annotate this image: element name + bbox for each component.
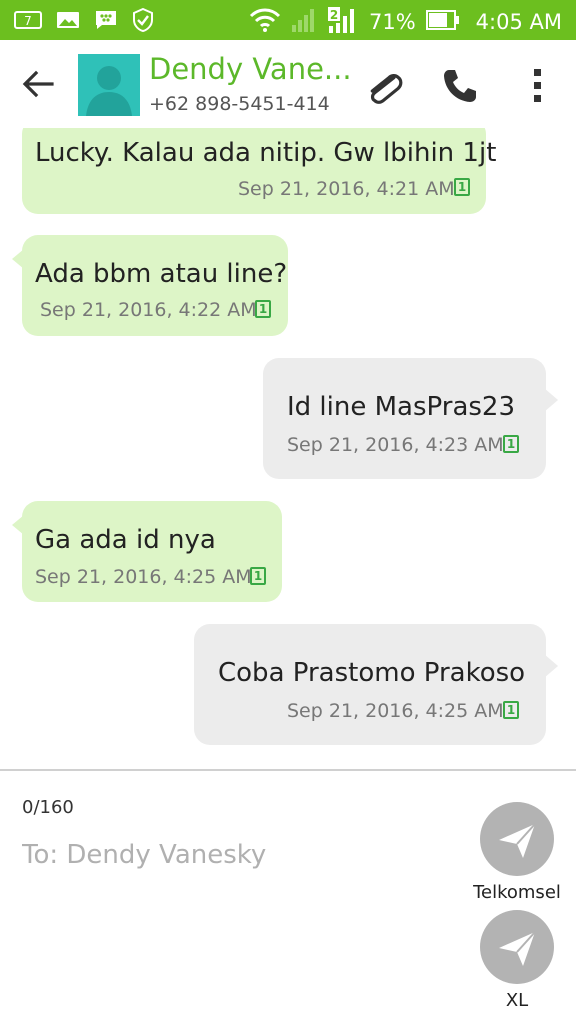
signal-sim2-icon: 2 <box>327 6 359 38</box>
message-text: Id line MasPras23 <box>287 392 516 422</box>
message-bubble-outgoing[interactable]: Coba Prastomo Prakoso Sep 21, 2016, 4:25… <box>194 624 558 745</box>
sim-indicator-icon: 1 <box>255 300 271 318</box>
svg-text:2: 2 <box>330 8 338 22</box>
battery-icon <box>425 9 460 35</box>
sim-indicator-icon: 1 <box>454 178 470 196</box>
message-timestamp: Sep 21, 2016, 4:25 AM <box>35 566 252 588</box>
send-sim1-label: Telkomsel <box>473 882 561 903</box>
message-timestamp: Sep 21, 2016, 4:22 AM <box>40 299 257 321</box>
sim-indicator-icon: 1 <box>503 435 519 453</box>
character-counter: 0/160 <box>22 797 74 818</box>
call-button[interactable] <box>440 66 480 106</box>
message-bubble-outgoing[interactable]: Id line MasPras23 Sep 21, 2016, 4:23 AM … <box>263 358 558 479</box>
sim-indicator-icon: 1 <box>503 701 519 719</box>
message-bubble-incoming[interactable]: Ada bbm atau line? Sep 21, 2016, 4:22 AM… <box>12 235 288 336</box>
arrow-back-icon <box>22 70 54 98</box>
message-bubble-incoming[interactable]: Lucky. Kalau ada nitip. Gw lbihin 1jt Se… <box>22 128 496 214</box>
back-button[interactable] <box>18 64 58 104</box>
message-list[interactable]: Lucky. Kalau ada nitip. Gw lbihin 1jt Se… <box>0 128 576 768</box>
bbm-icon <box>94 9 118 35</box>
more-options-button[interactable] <box>520 66 556 106</box>
message-text: Ga ada id nya <box>35 525 216 555</box>
conversation-header: Dendy Vane... +62 898-5451-414 <box>0 40 576 128</box>
send-button-sim1[interactable] <box>480 802 554 876</box>
clock: 4:05 AM <box>475 10 562 34</box>
notification-count-icon: 7 <box>14 9 42 35</box>
composer-divider <box>0 769 576 771</box>
message-text: Lucky. Kalau ada nitip. Gw lbihin 1jt <box>35 138 497 168</box>
more-vert-icon <box>534 69 541 102</box>
send-button-sim2[interactable] <box>480 910 554 984</box>
sim-indicator-icon: 1 <box>250 567 266 585</box>
wifi-icon <box>249 8 281 36</box>
message-timestamp: Sep 21, 2016, 4:23 AM <box>287 434 504 456</box>
message-timestamp: Sep 21, 2016, 4:21 AM <box>238 178 455 200</box>
phone-icon <box>444 70 476 102</box>
send-icon <box>499 823 536 858</box>
signal-sim1-icon <box>291 7 317 37</box>
send-icon <box>499 931 536 966</box>
contact-avatar[interactable] <box>78 54 140 116</box>
message-input[interactable] <box>22 835 442 875</box>
contact-name[interactable]: Dendy Vane... <box>149 52 352 86</box>
gallery-icon <box>56 9 80 35</box>
paperclip-icon <box>370 73 403 104</box>
send-sim2-label: XL <box>505 990 529 1011</box>
message-text: Ada bbm atau line? <box>35 259 288 289</box>
message-bubble-incoming[interactable]: Ga ada id nya Sep 21, 2016, 4:25 AM 1 <box>12 501 282 602</box>
attach-button[interactable] <box>362 66 406 110</box>
shield-check-icon <box>132 7 154 36</box>
battery-percent: 71% <box>368 10 416 34</box>
message-text: Coba Prastomo Prakoso <box>218 658 526 688</box>
svg-text:7: 7 <box>24 14 32 28</box>
person-icon <box>86 66 132 116</box>
status-bar: 7 2 71% 4:05 AM <box>0 0 576 40</box>
contact-number: +62 898-5451-414 <box>149 93 330 115</box>
message-timestamp: Sep 21, 2016, 4:25 AM <box>287 700 504 722</box>
